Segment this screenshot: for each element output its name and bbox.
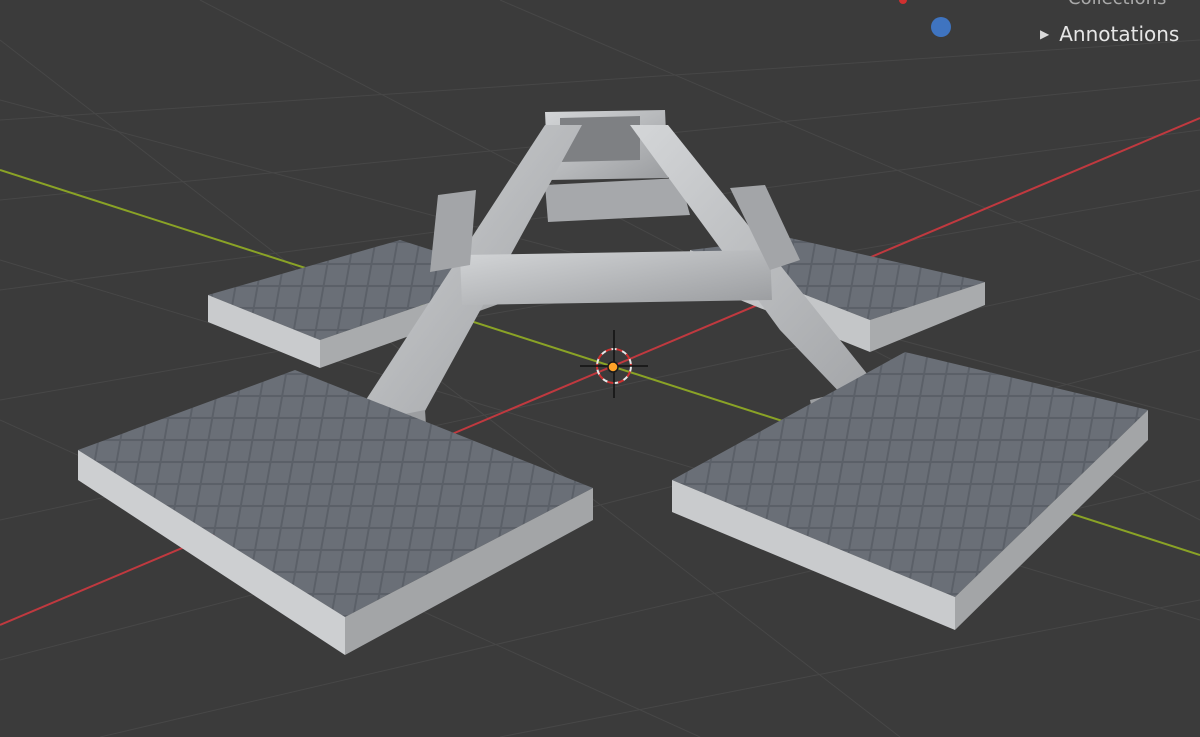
pad-front-right[interactable]: [672, 352, 1148, 630]
outliner-annotations[interactable]: ▶ Annotations: [1040, 22, 1179, 46]
viewport-canvas[interactable]: [0, 0, 1200, 737]
collections-label: Collections: [1068, 0, 1166, 9]
outliner-collections[interactable]: Collections: [1068, 0, 1166, 9]
blue-status-dot-icon: [931, 17, 951, 37]
triangle-right-icon[interactable]: ▶: [1040, 27, 1049, 41]
origin-point-icon: [607, 361, 619, 373]
floor-grid: [0, 0, 1200, 737]
3d-viewport[interactable]: Collections ▶ Annotations: [0, 0, 1200, 737]
pad-front-left[interactable]: [78, 370, 593, 655]
annotations-label: Annotations: [1059, 22, 1180, 46]
